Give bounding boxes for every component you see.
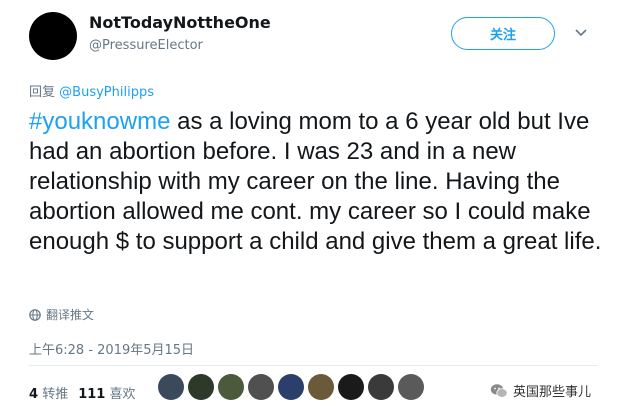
divider	[29, 365, 598, 366]
likes-stat[interactable]: 111 喜欢	[78, 383, 135, 402]
liker-avatar[interactable]	[188, 374, 214, 400]
globe-icon	[29, 308, 41, 321]
tweet-text: #youknowme as a loving mom to a 6 year o…	[29, 107, 619, 257]
liker-avatar[interactable]	[368, 374, 394, 400]
source-watermark: 英国那些事儿	[490, 381, 591, 400]
liker-avatar[interactable]	[158, 374, 184, 400]
reply-prefix: 回复	[29, 85, 56, 100]
liker-avatar[interactable]	[278, 374, 304, 400]
likers-avatar-row	[158, 374, 424, 400]
author-handle[interactable]: @PressureElector	[89, 38, 203, 53]
wechat-icon	[490, 383, 508, 398]
reply-context: 回复 @BusyPhilipps	[29, 81, 154, 100]
translate-tweet-button[interactable]: 翻译推文	[29, 306, 94, 323]
chevron-down-icon[interactable]	[572, 24, 590, 42]
liker-avatar[interactable]	[338, 374, 364, 400]
liker-avatar[interactable]	[218, 374, 244, 400]
author-avatar[interactable]	[29, 12, 77, 60]
author-display-name[interactable]: NotTodayNottheOne	[89, 13, 271, 32]
hashtag-link[interactable]: #youknowme	[29, 108, 170, 135]
engagement-stats: 4 转推 111 喜欢	[29, 383, 136, 402]
tweet-timestamp[interactable]: 上午6:28 - 2019年5月15日	[29, 339, 194, 358]
reply-mention-link[interactable]: @BusyPhilipps	[59, 85, 154, 100]
follow-button[interactable]: 关注	[451, 17, 555, 50]
likes-count: 111	[78, 387, 106, 402]
translate-label: 翻译推文	[46, 308, 95, 322]
retweets-count: 4	[29, 387, 39, 402]
liker-avatar[interactable]	[398, 374, 424, 400]
retweets-label: 转推	[42, 387, 69, 402]
liker-avatar[interactable]	[248, 374, 274, 400]
liker-avatar[interactable]	[308, 374, 334, 400]
likes-label: 喜欢	[109, 387, 136, 402]
retweets-stat[interactable]: 4 转推	[29, 383, 68, 402]
watermark-text: 英国那些事儿	[513, 385, 592, 400]
